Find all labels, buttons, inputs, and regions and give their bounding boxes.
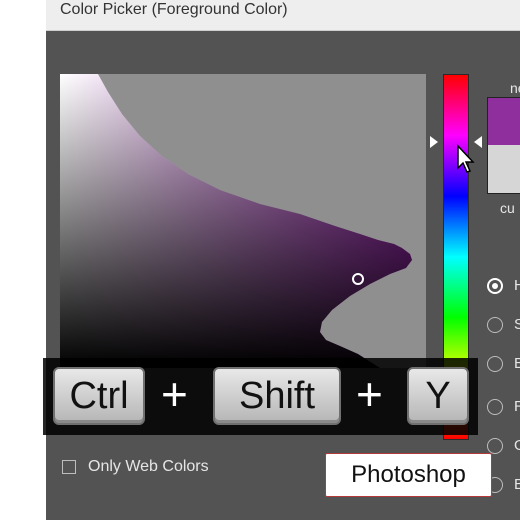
color-picker-circle[interactable] bbox=[352, 273, 364, 285]
radio-hue-label: H bbox=[514, 277, 520, 294]
photoshop-badge: Photoshop bbox=[325, 453, 492, 497]
plus-sign: + bbox=[161, 368, 188, 420]
radio-red[interactable] bbox=[487, 399, 503, 415]
key-ctrl: Ctrl bbox=[53, 367, 145, 425]
only-web-colors-label: Only Web Colors bbox=[88, 458, 209, 475]
radio-brightness-label: B bbox=[514, 355, 520, 372]
radio-red-label: R bbox=[514, 398, 520, 415]
radio-green[interactable] bbox=[487, 438, 503, 454]
radio-saturation-label: S bbox=[514, 316, 520, 333]
key-y: Y bbox=[407, 367, 469, 425]
hue-slider-left-arrow-icon[interactable] bbox=[430, 136, 438, 148]
color-field-gradient bbox=[60, 74, 412, 368]
radio-blue-label: B bbox=[514, 476, 520, 493]
window-title: Color Picker (Foreground Color) bbox=[60, 1, 288, 18]
current-color-label: cu bbox=[500, 200, 515, 216]
keyboard-shortcut-overlay: Ctrl + Shift + Y bbox=[43, 358, 478, 435]
current-color-swatch[interactable] bbox=[487, 145, 520, 194]
only-web-colors-checkbox[interactable] bbox=[62, 460, 76, 474]
title-bar: Color Picker (Foreground Color) bbox=[46, 0, 520, 31]
radio-saturation[interactable] bbox=[487, 317, 503, 333]
saturation-brightness-field[interactable] bbox=[60, 74, 426, 368]
new-color-label: ne bbox=[510, 80, 520, 96]
radio-hue[interactable] bbox=[487, 278, 503, 294]
key-shift: Shift bbox=[213, 367, 341, 425]
radio-brightness[interactable] bbox=[487, 356, 503, 372]
plus-sign: + bbox=[356, 368, 383, 420]
new-color-swatch bbox=[487, 97, 520, 147]
radio-green-label: G bbox=[514, 437, 520, 454]
mouse-cursor-icon bbox=[457, 144, 475, 173]
background-window-edge bbox=[0, 0, 46, 520]
